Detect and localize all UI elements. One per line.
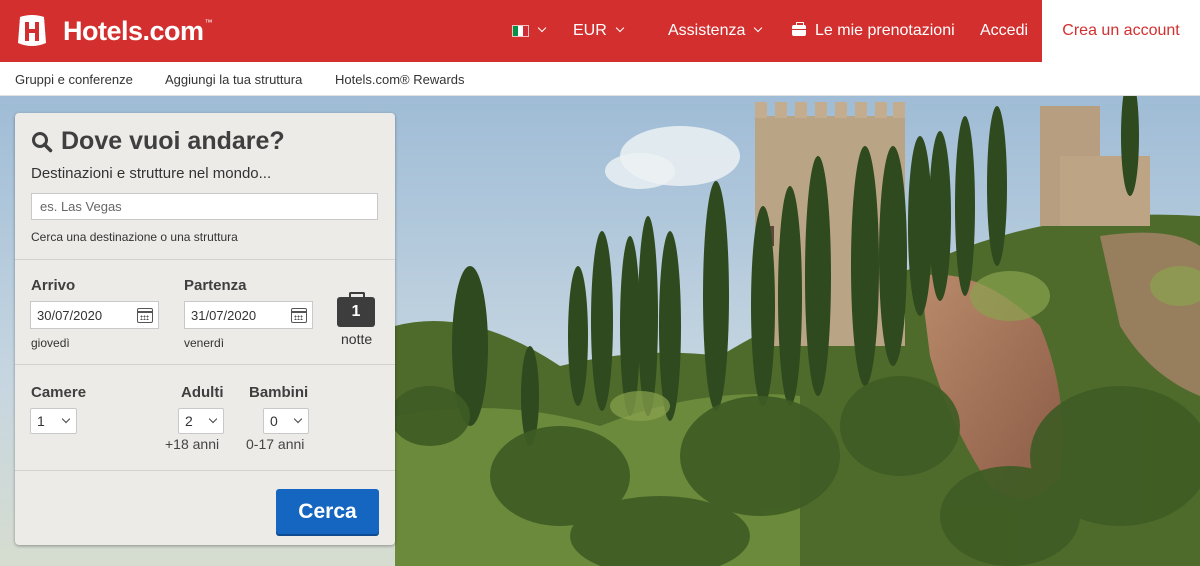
currency-label: EUR	[573, 22, 607, 39]
adults-select[interactable]: 2	[178, 408, 224, 434]
divider	[15, 364, 395, 365]
checkout-label: Partenza	[184, 277, 247, 294]
nights-label: notte	[341, 331, 373, 347]
rooms-value: 1	[37, 413, 45, 429]
destination-input[interactable]	[31, 193, 378, 220]
brand-name: Hotels.com™	[63, 15, 213, 46]
italy-flag-icon	[512, 25, 529, 37]
create-account-button[interactable]: Crea un account	[1042, 0, 1200, 62]
chevron-down-icon	[293, 414, 303, 424]
checkout-date-value: 31/07/2020	[191, 307, 257, 323]
checkout-date-input[interactable]: 31/07/2020	[184, 301, 313, 329]
adults-value: 2	[185, 413, 193, 429]
adults-label: Adulti	[181, 384, 224, 401]
children-select[interactable]: 0	[263, 408, 309, 434]
search-button[interactable]: Cerca	[276, 489, 379, 534]
currency-selector[interactable]: EUR	[573, 0, 625, 62]
search-title-text: Dove vuoi andare?	[61, 127, 285, 155]
search-panel: Dove vuoi andare? Destinazioni e struttu…	[15, 113, 395, 545]
checkin-label: Arrivo	[31, 277, 76, 294]
search-title: Dove vuoi andare?	[31, 127, 285, 156]
chevron-down-icon	[615, 23, 625, 33]
destination-label: Destinazioni e strutture nel mondo...	[31, 165, 272, 182]
my-bookings-label: Le mie prenotazioni	[815, 22, 955, 39]
divider	[15, 470, 395, 471]
subnav-item-rewards[interactable]: Hotels.com® Rewards	[335, 72, 465, 87]
flag-stripe-red	[523, 26, 528, 36]
my-bookings-link[interactable]: Le mie prenotazioni	[792, 0, 955, 62]
search-icon	[32, 131, 53, 152]
chevron-down-icon	[208, 414, 218, 424]
children-value: 0	[270, 413, 278, 429]
help-label: Assistenza	[668, 22, 746, 39]
login-link[interactable]: Accedi	[980, 0, 1028, 62]
login-label: Accedi	[980, 22, 1029, 39]
suitcase-icon	[792, 21, 806, 36]
adults-age-range: +18 anni	[165, 436, 220, 452]
nights-count-badge: 1	[337, 292, 375, 327]
chevron-down-icon	[754, 23, 763, 33]
hotels-logo-icon	[18, 15, 46, 46]
rooms-label: Camere	[31, 384, 87, 401]
subnav-item-groups[interactable]: Gruppi e conferenze	[15, 72, 133, 87]
language-selector[interactable]	[512, 0, 547, 62]
rooms-select[interactable]: 1	[30, 408, 77, 434]
checkout-weekday: venerdì	[184, 336, 225, 350]
subnav-item-add-property[interactable]: Aggiungi la tua struttura	[165, 72, 302, 87]
checkin-weekday: giovedì	[31, 336, 70, 350]
hotels-logo[interactable]: Hotels.com™	[14, 12, 213, 50]
destination-help-text: Cerca una destinazione o una struttura	[31, 230, 238, 244]
chevron-down-icon	[61, 414, 71, 424]
children-label: Bambini	[249, 384, 309, 401]
calendar-icon[interactable]	[291, 308, 307, 323]
children-age-range: 0-17 anni	[246, 436, 305, 452]
help-menu[interactable]: Assistenza	[668, 0, 763, 62]
checkin-date-input[interactable]: 30/07/2020	[30, 301, 159, 329]
secondary-nav: Gruppi e conferenze Aggiungi la tua stru…	[0, 62, 1200, 96]
divider	[15, 259, 395, 260]
chevron-down-icon	[537, 23, 547, 33]
checkin-date-value: 30/07/2020	[37, 307, 103, 323]
calendar-icon[interactable]	[137, 308, 153, 323]
top-header: Hotels.com™ EUR Assistenza Le mie prenot…	[0, 0, 1200, 62]
